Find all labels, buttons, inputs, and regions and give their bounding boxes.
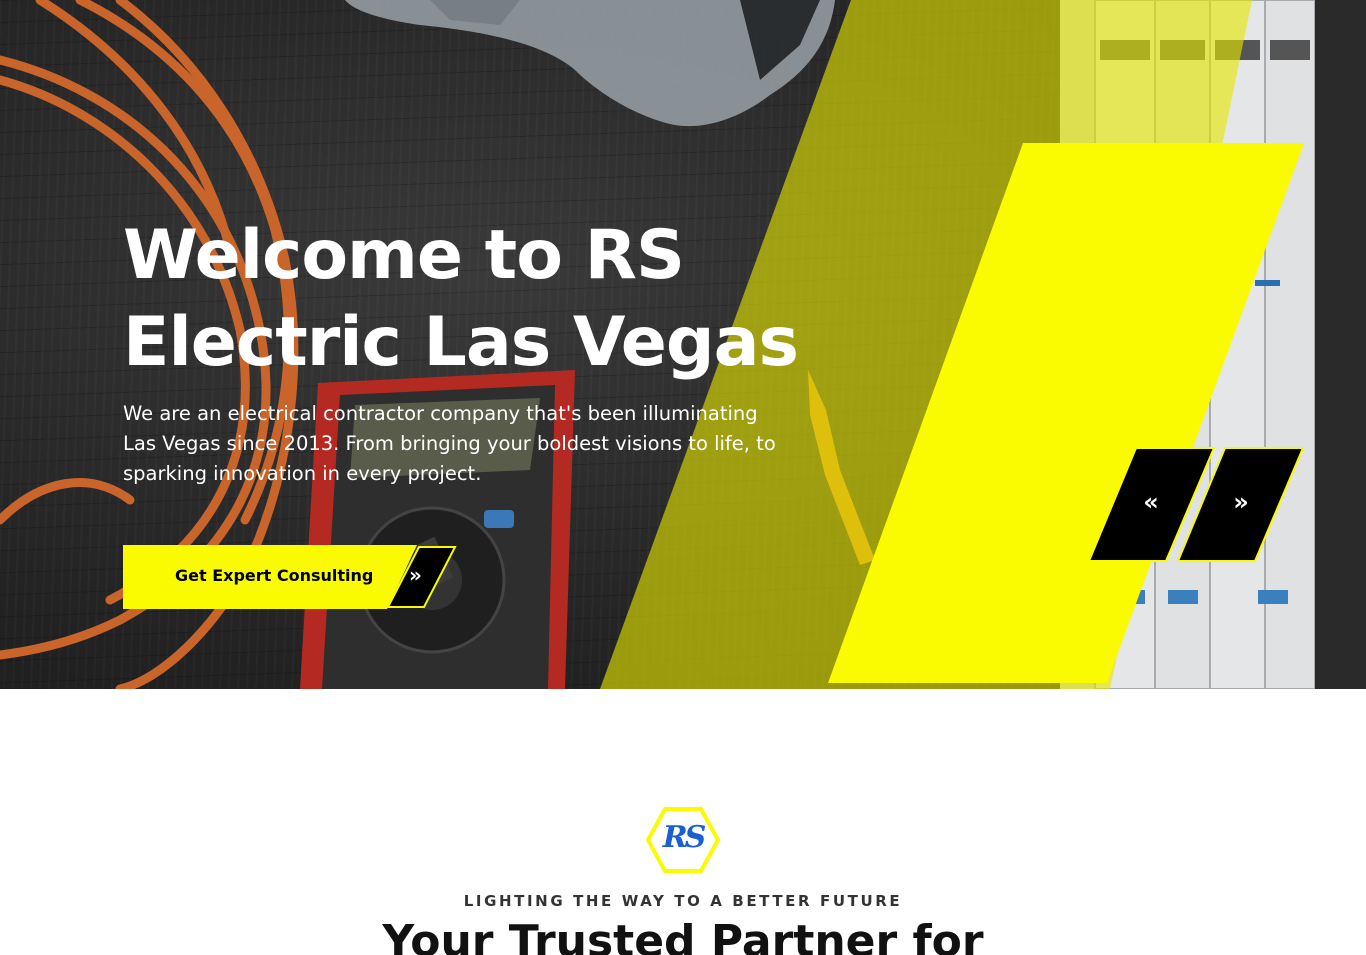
glove-shape <box>345 0 835 127</box>
cta-label: Get Expert Consulting <box>175 566 374 585</box>
hero-section: Welcome to RS Electric Las Vegas We are … <box>0 0 1366 689</box>
slider-next-button[interactable]: » <box>1177 447 1305 563</box>
double-chevron-right-icon: » <box>1233 488 1249 516</box>
double-chevron-right-icon: » <box>409 563 422 587</box>
logo-text: RS <box>662 820 707 855</box>
about-section: RS LIGHTING THE WAY TO A BETTER FUTURE Y… <box>0 689 1366 955</box>
section-tagline: LIGHTING THE WAY TO A BETTER FUTURE <box>463 892 903 910</box>
hero-title: Welcome to RS Electric Las Vegas <box>123 216 799 382</box>
rs-logo: RS <box>646 807 720 873</box>
get-expert-consulting-button[interactable]: Get Expert Consulting » <box>123 545 457 609</box>
hero-description: We are an electrical contractor company … <box>123 402 776 485</box>
section-heading: Your Trusted Partner for <box>382 916 984 955</box>
